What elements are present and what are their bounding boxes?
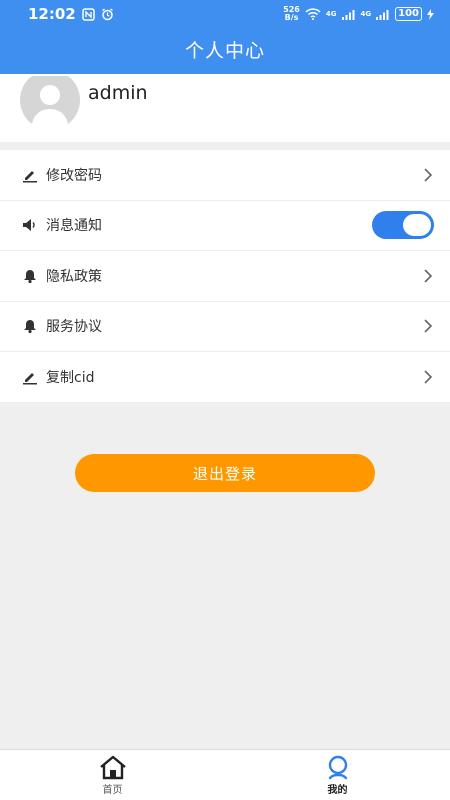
signal-icon (376, 9, 389, 20)
chevron-right-icon (424, 168, 433, 182)
bell-icon (22, 268, 38, 284)
speaker-icon (22, 217, 38, 233)
chevron-right-icon (424, 370, 433, 384)
user-icon (328, 755, 347, 780)
menu-item-label: 消息通知 (46, 218, 102, 235)
tab-home[interactable]: 首页 (0, 750, 225, 800)
signal-label-1: 4G (325, 10, 337, 18)
wifi-icon (305, 8, 321, 20)
settings-menu: 修改密码 消息通知 隐私政策 服务协议 复制cid (0, 150, 450, 403)
menu-item-label: 隐私政策 (46, 268, 102, 285)
menu-item-notifications: 消息通知 (0, 201, 450, 251)
alarm-icon (101, 7, 113, 20)
pencil-icon (22, 167, 38, 183)
net-speed: 526 B/s (283, 5, 300, 22)
tab-mine[interactable]: 我的 (225, 750, 450, 800)
menu-item-change-password[interactable]: 修改密码 (0, 150, 450, 201)
page-title: 个人中心 (184, 40, 265, 62)
status-time: 12:02 (28, 5, 76, 23)
signal-icon (341, 9, 354, 20)
menu-item-label: 修改密码 (46, 167, 102, 184)
bell-icon (22, 318, 38, 334)
notifications-toggle[interactable] (372, 211, 434, 240)
username: admin (88, 82, 148, 104)
menu-item-label: 服务协议 (46, 319, 102, 336)
pencil-icon (22, 369, 38, 385)
toggle-knob (403, 214, 431, 237)
menu-item-label: 复制cid (46, 369, 95, 386)
nfc-icon (82, 7, 95, 21)
menu-item-copy-cid[interactable]: 复制cid (0, 352, 450, 403)
tab-label: 首页 (102, 785, 123, 796)
profile-card[interactable]: admin (0, 74, 450, 142)
charging-icon (427, 8, 434, 20)
avatar[interactable] (20, 76, 80, 124)
header: 12:02 526 B/s 4G 4G 100 个人中心 (0, 0, 450, 74)
logout-button[interactable]: 退出登录 (75, 454, 375, 492)
menu-item-service-agreement[interactable]: 服务协议 (0, 302, 450, 352)
battery-level: 100 (395, 7, 422, 21)
chevron-right-icon (424, 319, 433, 333)
tab-label: 我的 (327, 785, 348, 796)
signal-label-2: 4G (360, 10, 372, 18)
bottom-tab-bar: 首页 我的 (0, 749, 450, 800)
chevron-right-icon (424, 269, 433, 283)
home-icon (99, 755, 126, 780)
menu-item-privacy-policy[interactable]: 隐私政策 (0, 251, 450, 302)
status-bar: 12:02 526 B/s 4G 4G 100 (0, 0, 450, 28)
